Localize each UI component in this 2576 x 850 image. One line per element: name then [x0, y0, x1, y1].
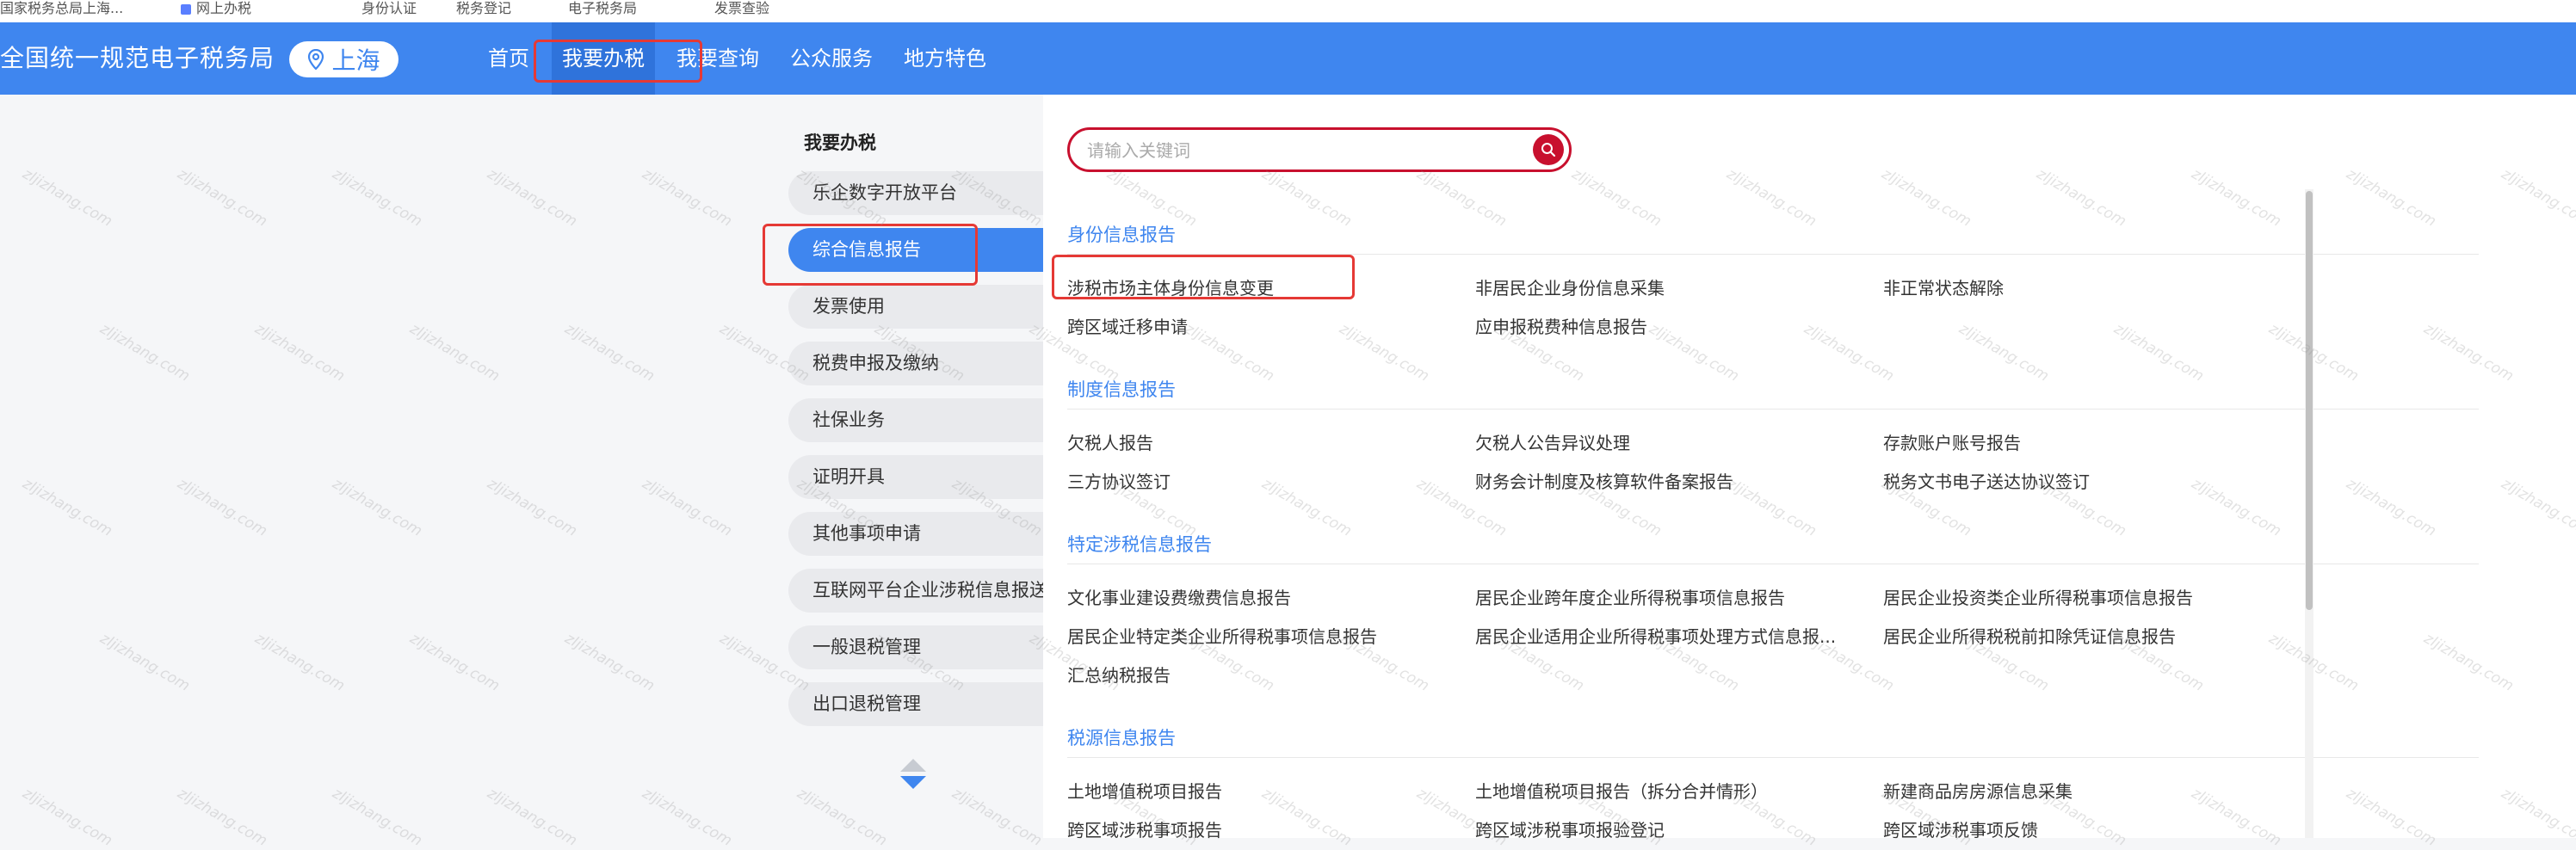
link-item[interactable]: 居民企业所得税税前扣除凭证信息报告 — [1883, 623, 2176, 648]
menu-item[interactable]: 乐企数字开放平台 — [788, 171, 1043, 215]
link-item[interactable]: 非居民企业身份信息采集 — [1475, 274, 1665, 299]
watermark-text: zljizhang.com — [406, 320, 503, 385]
bookmark-item[interactable]: 网上办税 — [181, 0, 251, 17]
watermark-text: zljizhang.com — [484, 165, 580, 231]
link-item[interactable]: 财务会计制度及核算软件备案报告 — [1475, 468, 1733, 493]
site-title[interactable]: 全国统一规范电子税务局 — [0, 22, 275, 95]
highlight-box — [1052, 255, 1355, 299]
city-selector[interactable]: 上海 — [289, 41, 398, 77]
menu-item[interactable]: 其他事项申请 — [788, 512, 1043, 556]
link-item[interactable]: 新建商品房房源信息采集 — [1883, 778, 2073, 803]
menu-item[interactable]: 证明开具 — [788, 455, 1043, 499]
menu-item[interactable]: 税费申报及缴纳 — [788, 342, 1043, 385]
menu-scroll-up-icon[interactable] — [900, 759, 926, 772]
watermark-text: zljizhang.com — [19, 785, 115, 850]
bookmark-item[interactable]: 发票查验 — [714, 0, 769, 17]
nav-local-features[interactable]: 地方特色 — [904, 22, 986, 95]
section-title-tax-source: 税源信息报告 — [1067, 728, 1176, 748]
highlight-box — [763, 224, 978, 286]
menu-item[interactable]: 一般退税管理 — [788, 625, 1043, 669]
scrollbar-thumb[interactable] — [2306, 191, 2313, 610]
content-panel: 身份信息报告 涉税市场主体身份信息变更 非居民企业身份信息采集 非正常状态解除 … — [1043, 95, 2576, 841]
link-item[interactable]: 文化事业建设费缴费信息报告 — [1067, 584, 1291, 609]
link-item[interactable]: 税务文书电子送达协议签订 — [1883, 468, 2090, 493]
watermark-text: zljizhang.com — [329, 475, 425, 540]
link-item[interactable]: 应申报税费种信息报告 — [1475, 313, 1647, 338]
link-item[interactable]: 汇总纳税报告 — [1067, 662, 1171, 687]
watermark-text: zljizhang.com — [639, 475, 735, 540]
menu-scroll-down-icon[interactable] — [900, 776, 926, 789]
category-menu: 我要办税 乐企数字开放平台 综合信息报告 发票使用 税费申报及缴纳 社保业务 证… — [766, 95, 1043, 838]
watermark-text: zljizhang.com — [329, 165, 425, 231]
watermark-text: zljizhang.com — [639, 165, 735, 231]
link-item[interactable]: 非正常状态解除 — [1883, 274, 2004, 299]
watermark-text: zljizhang.com — [174, 475, 270, 540]
menu-item[interactable]: 社保业务 — [788, 398, 1043, 442]
bookmark-item[interactable]: 电子税务局 — [568, 0, 637, 17]
watermark-text: zljizhang.com — [406, 630, 503, 695]
link-item[interactable]: 居民企业适用企业所得税事项处理方式信息报... — [1475, 623, 1836, 648]
watermark-text: zljizhang.com — [329, 785, 425, 850]
highlight-box — [534, 40, 702, 83]
link-item[interactable]: 欠税人公告异议处理 — [1475, 429, 1630, 454]
watermark-text: zljizhang.com — [251, 630, 348, 695]
search-box — [1067, 127, 1572, 172]
link-item[interactable]: 居民企业特定类企业所得税事项信息报告 — [1067, 623, 1377, 648]
watermark-text: zljizhang.com — [96, 320, 193, 385]
watermark-text: zljizhang.com — [174, 165, 270, 231]
watermark-text: zljizhang.com — [96, 630, 193, 695]
search-input[interactable] — [1085, 130, 1519, 171]
menu-item[interactable]: 互联网平台企业涉税信息报送 — [788, 569, 1043, 613]
bookmarks-bar: 国家税务总局上海... 网上办税 身份认证 税务登记 电子税务局 发票查验 — [0, 0, 2576, 22]
link-item[interactable]: 土地增值税项目报告 — [1067, 778, 1222, 803]
watermark-text: zljizhang.com — [19, 165, 115, 231]
bookmark-item[interactable]: 税务登记 — [456, 0, 511, 17]
watermark-text: zljizhang.com — [561, 630, 658, 695]
section-divider — [1067, 757, 2479, 758]
section-title-specific: 特定涉税信息报告 — [1067, 534, 1212, 555]
search-icon — [1541, 143, 1556, 157]
top-header: 全国统一规范电子税务局 上海 首页 我要办税 我要查询 公众服务 地方特色 — [0, 22, 2576, 95]
watermark-text: zljizhang.com — [251, 320, 348, 385]
search-button[interactable] — [1533, 134, 1564, 165]
menu-item[interactable]: 发票使用 — [788, 285, 1043, 329]
link-item[interactable]: 居民企业投资类企业所得税事项信息报告 — [1883, 584, 2193, 609]
link-item[interactable]: 土地增值税项目报告（拆分合并情形） — [1475, 778, 1768, 803]
link-item[interactable]: 跨区域迁移申请 — [1067, 313, 1188, 338]
watermark-text: zljizhang.com — [19, 475, 115, 540]
bookmark-item[interactable]: 国家税务总局上海... — [0, 0, 123, 17]
watermark-text: zljizhang.com — [561, 320, 658, 385]
link-item[interactable]: 存款账户账号报告 — [1883, 429, 2021, 454]
section-divider — [1067, 409, 2479, 410]
watermark-text: zljizhang.com — [484, 785, 580, 850]
bookmark-item[interactable]: 身份认证 — [361, 0, 417, 17]
nav-home[interactable]: 首页 — [488, 22, 529, 95]
watermark-text: zljizhang.com — [639, 785, 735, 850]
section-title-identity: 身份信息报告 — [1067, 225, 1176, 245]
watermark-text: zljizhang.com — [174, 785, 270, 850]
location-pin-icon — [308, 49, 324, 70]
watermark-text: zljizhang.com — [484, 475, 580, 540]
nav-public-service[interactable]: 公众服务 — [790, 22, 873, 95]
city-label: 上海 — [331, 46, 380, 75]
menu-item[interactable]: 出口退税管理 — [788, 682, 1043, 726]
link-item[interactable]: 欠税人报告 — [1067, 429, 1153, 454]
section-title-system: 制度信息报告 — [1067, 379, 1176, 400]
link-item[interactable]: 居民企业跨年度企业所得税事项信息报告 — [1475, 584, 1785, 609]
menu-title: 我要办税 — [804, 132, 876, 153]
link-item[interactable]: 三方协议签订 — [1067, 468, 1171, 493]
bookmark-icon — [181, 3, 191, 15]
